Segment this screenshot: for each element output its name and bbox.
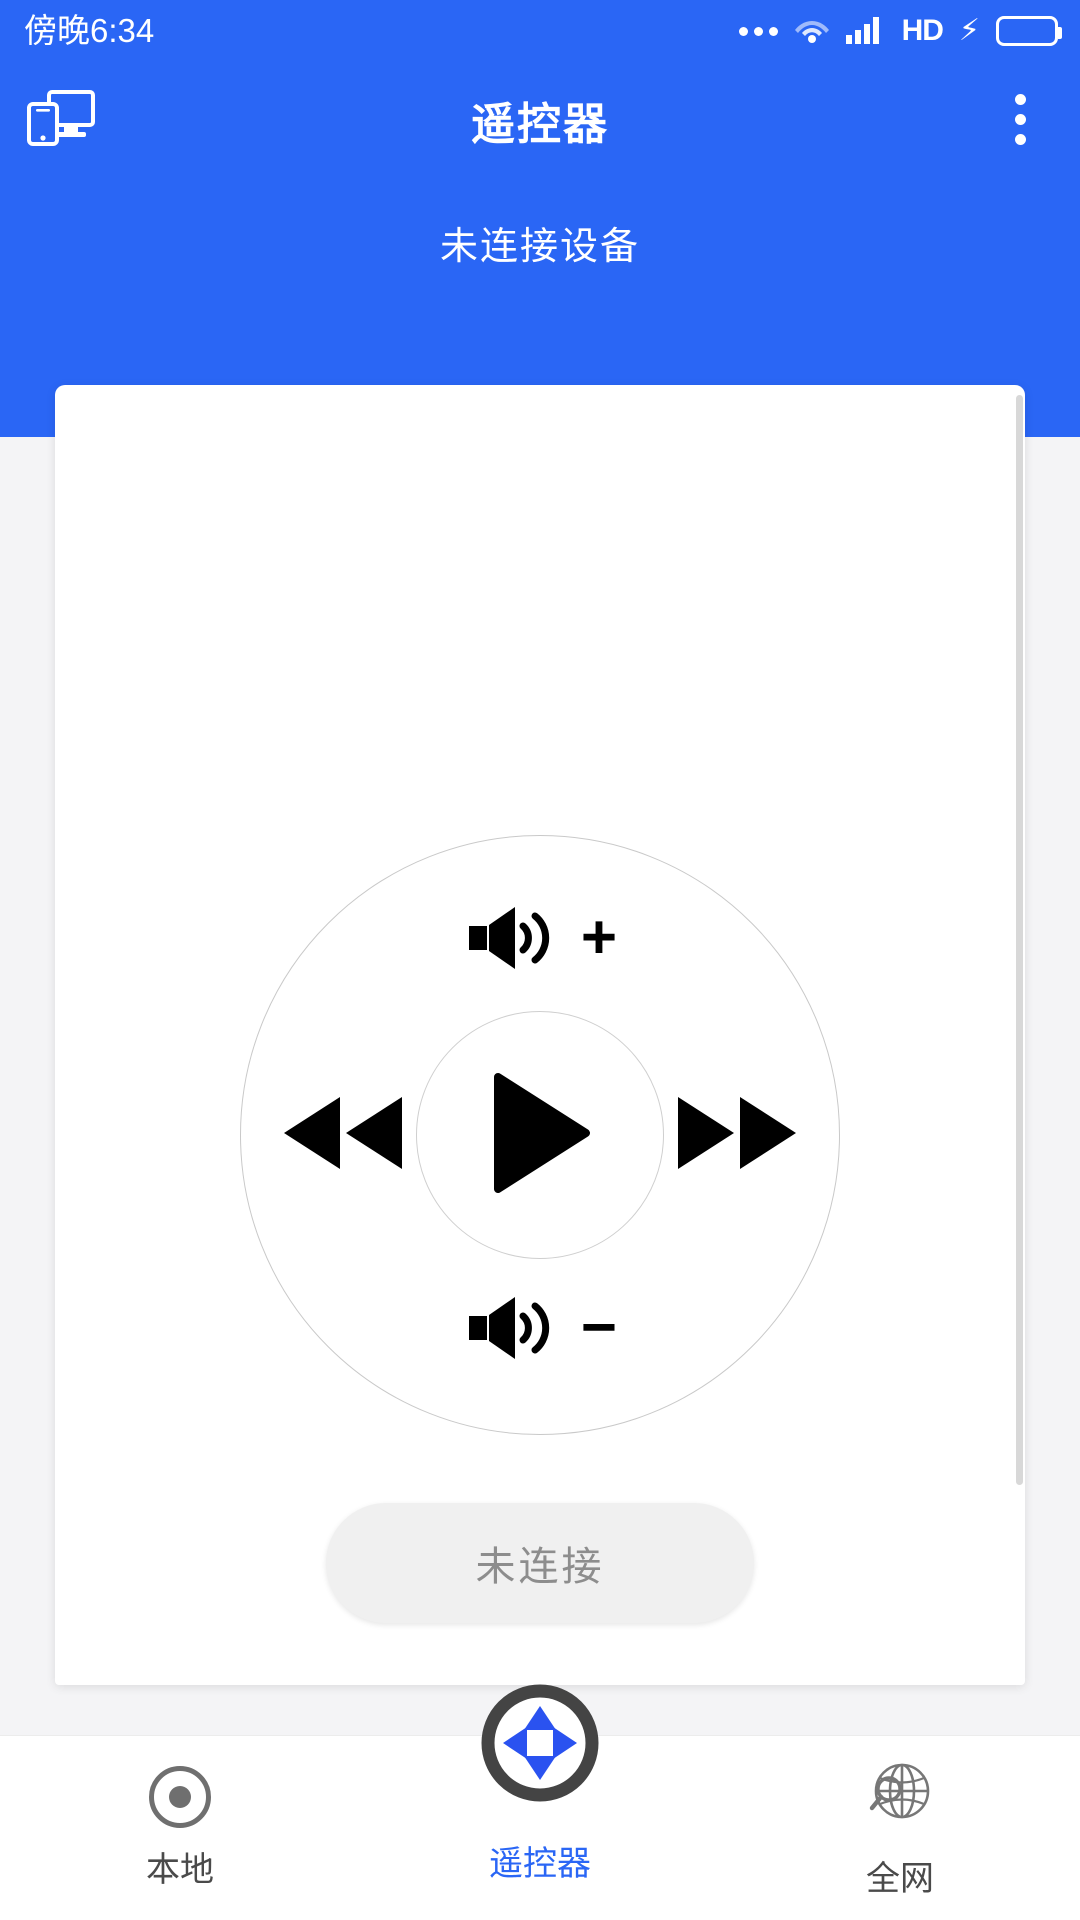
nav-label-remote: 遥控器: [489, 1845, 591, 1883]
cast-device-icon: [23, 86, 97, 153]
record-circle-icon: [149, 1766, 211, 1828]
nav-item-allnet[interactable]: 全网: [720, 1736, 1080, 1920]
bottom-navigation: 本地 遥控器 全网: [0, 1684, 1080, 1920]
status-time: 傍晚6:34: [24, 12, 155, 49]
volume-down-sign: −: [580, 1293, 618, 1362]
status-icons: HD ⚡: [738, 14, 1062, 49]
more-dots-icon: [738, 26, 778, 36]
next-button[interactable]: [652, 1060, 822, 1210]
previous-button[interactable]: [258, 1060, 428, 1210]
speaker-icon: [463, 1289, 559, 1372]
charging-bolt-icon: ⚡: [958, 14, 980, 47]
play-button[interactable]: [416, 1011, 664, 1259]
connect-button[interactable]: 未连接: [326, 1503, 754, 1623]
volume-up-sign: +: [580, 903, 618, 972]
overflow-menu-icon: [1014, 94, 1026, 145]
card-scrollbar[interactable]: [1016, 395, 1023, 1485]
nav-item-remote[interactable]: 遥控器: [360, 1684, 720, 1920]
dpad-icon: [481, 1684, 599, 1802]
wifi-icon: [794, 14, 830, 49]
volume-up-button[interactable]: +: [390, 875, 690, 1005]
play-icon: [488, 1072, 592, 1198]
overflow-menu-button[interactable]: [960, 62, 1080, 177]
page-title: 遥控器: [471, 99, 609, 149]
fast-forward-icon: [674, 1091, 800, 1180]
cast-device-button[interactable]: [0, 62, 120, 177]
remote-control-screen: 傍晚6:34 HD ⚡ 遥控器 未连接设备 + − 未连接 本地 遥控器 全网: [0, 0, 1080, 1920]
app-bar: 遥控器: [0, 62, 1080, 177]
volume-down-button[interactable]: −: [390, 1265, 690, 1395]
speaker-icon: [463, 899, 559, 982]
connection-status-text: 未连接设备: [439, 226, 640, 268]
nav-label-allnet: 全网: [866, 1859, 934, 1898]
cellular-signal-icon: [845, 14, 886, 49]
battery-icon: [996, 16, 1062, 46]
nav-item-local[interactable]: 本地: [0, 1736, 360, 1920]
hd-icon: HD: [901, 14, 944, 47]
status-bar: 傍晚6:34 HD ⚡: [0, 0, 1080, 62]
remote-card: + − 未连接: [55, 385, 1025, 1685]
nav-label-local: 本地: [146, 1851, 214, 1889]
remote-wheel: + −: [240, 835, 840, 1435]
globe-search-icon: [863, 1758, 937, 1837]
rewind-icon: [280, 1091, 406, 1180]
